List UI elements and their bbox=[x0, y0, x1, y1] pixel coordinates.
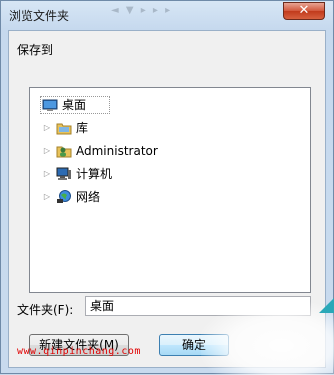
browse-folder-dialog: 浏览文件夹 ◄ ▼ ▸ ▸ ▸ ✕ 保存到 桌面 ▷ 库 ▷ Administr… bbox=[0, 0, 334, 375]
tree-item-label: 库 bbox=[76, 121, 89, 135]
expand-arrow-icon[interactable]: ▷ bbox=[42, 119, 52, 137]
site-watermark: www.qinpinchang.com bbox=[17, 346, 141, 357]
expand-arrow-icon[interactable]: ▷ bbox=[42, 142, 52, 160]
tree-item-label: 网络 bbox=[76, 190, 101, 204]
close-icon: ✕ bbox=[298, 3, 310, 18]
watermark-logo-icon bbox=[319, 298, 334, 313]
title-bar[interactable]: 浏览文件夹 ◄ ▼ ▸ ▸ ▸ ✕ bbox=[1, 1, 333, 27]
folder-field-label: 文件夹(F): bbox=[17, 303, 74, 317]
expand-arrow-icon[interactable]: ▷ bbox=[42, 165, 52, 183]
computer-icon bbox=[56, 166, 72, 182]
tree-item-network[interactable]: ▷ 网络 bbox=[36, 188, 296, 206]
network-icon bbox=[56, 189, 72, 205]
tree-item-label: 桌面 bbox=[62, 98, 87, 112]
background-toolbar-ghost: ◄ ▼ ▸ ▸ ▸ bbox=[111, 5, 173, 16]
close-button[interactable]: ✕ bbox=[283, 2, 325, 20]
save-to-label: 保存到 bbox=[17, 43, 54, 57]
folder-tree[interactable]: 桌面 ▷ 库 ▷ Administrator ▷ 计算机 ▷ 网络 bbox=[29, 87, 311, 293]
desktop-icon bbox=[42, 97, 58, 113]
window-title: 浏览文件夹 bbox=[9, 9, 70, 23]
tree-item-desktop[interactable]: 桌面 bbox=[36, 96, 296, 114]
tree-item-label: 计算机 bbox=[76, 167, 113, 181]
expand-arrow-icon[interactable]: ▷ bbox=[42, 188, 52, 206]
user-folder-icon bbox=[56, 143, 72, 159]
tree-item-administrator[interactable]: ▷ Administrator bbox=[36, 142, 296, 160]
tree-item-library[interactable]: ▷ 库 bbox=[36, 119, 296, 137]
library-icon bbox=[56, 120, 72, 136]
watermark-haze bbox=[201, 301, 334, 375]
tree-item-label: Administrator bbox=[76, 144, 158, 158]
tree-item-computer[interactable]: ▷ 计算机 bbox=[36, 165, 296, 183]
